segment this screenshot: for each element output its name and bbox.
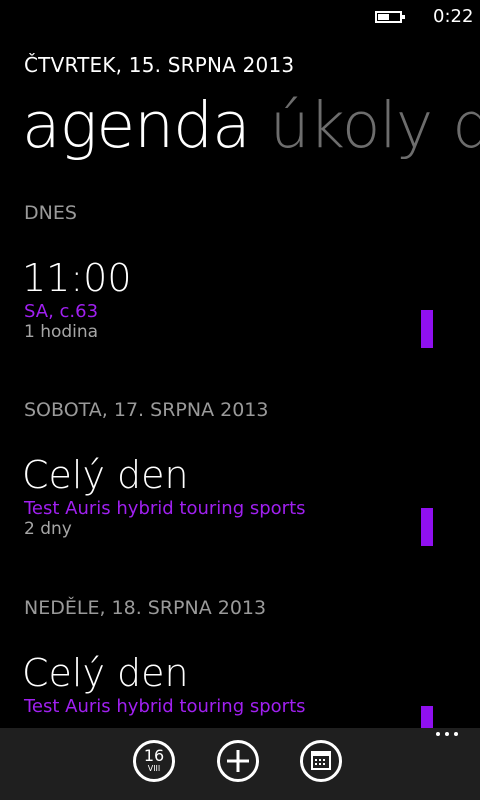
event-title: Test Auris hybrid touring sports: [24, 498, 306, 519]
section-header-saturday: SOBOTA, 17. SRPNA 2013: [24, 399, 269, 421]
event-time: Celý den: [22, 453, 189, 497]
section-header-sunday: NEDĚLE, 18. SRPNA 2013: [24, 597, 267, 619]
event-time: 11:00: [22, 256, 132, 300]
battery-icon: [375, 11, 405, 23]
plus-icon: [227, 750, 249, 772]
pivot-header: agenda úkoly d: [22, 84, 480, 168]
calendar-color-bar: [421, 706, 433, 728]
pivot-tab-next[interactable]: d: [452, 89, 480, 162]
more-dot-icon: [454, 732, 458, 736]
agenda-event-2[interactable]: Celý den Test Auris hybrid touring sport…: [22, 452, 480, 539]
battery-level: [378, 14, 389, 20]
month-view-button[interactable]: [300, 740, 342, 782]
status-bar: 0:22: [0, 0, 480, 32]
more-dot-icon: [436, 732, 440, 736]
agenda-event-1[interactable]: 11:00 SA, c.63 1 hodina: [22, 255, 480, 342]
today-day-number: 16: [143, 746, 165, 765]
section-header-today: DNES: [24, 202, 77, 224]
event-title: SA, c.63: [24, 301, 99, 322]
today-month-numeral: VIII: [147, 764, 161, 773]
app-bar: 16 VIII: [0, 728, 480, 800]
add-event-button[interactable]: [217, 740, 259, 782]
pivot-tab-agenda[interactable]: agenda: [22, 89, 251, 162]
more-dot-icon: [445, 732, 449, 736]
calendar-color-bar: [421, 508, 433, 546]
status-time: 0:22: [433, 6, 474, 27]
event-title: Test Auris hybrid touring sports: [24, 696, 306, 717]
calendar-grid-icon: [311, 751, 331, 770]
calendar-color-bar: [421, 310, 433, 348]
today-button[interactable]: 16 VIII: [133, 740, 175, 782]
event-duration: 1 hodina: [24, 322, 99, 342]
pivot-tab-ukoly[interactable]: úkoly: [270, 89, 433, 162]
agenda-event-3[interactable]: Celý den Test Auris hybrid touring sport…: [22, 650, 480, 717]
event-duration: 2 dny: [24, 519, 72, 539]
current-date-header: ČTVRTEK, 15. SRPNA 2013: [24, 53, 295, 77]
more-options-button[interactable]: [436, 732, 458, 736]
event-time: Celý den: [22, 651, 189, 695]
